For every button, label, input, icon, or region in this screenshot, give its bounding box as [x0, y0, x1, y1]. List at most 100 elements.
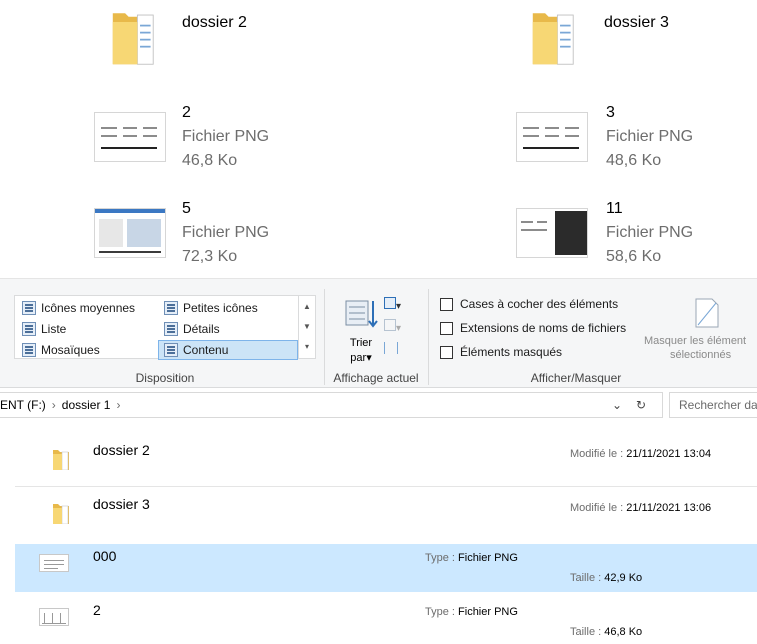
modified-date: Modifié le : 21/11/2021 13:06: [570, 502, 711, 514]
refresh-icon[interactable]: ↻: [636, 398, 646, 412]
tile-file[interactable]: 5 Fichier PNG 72,3 Ko: [92, 196, 312, 276]
search-input[interactable]: Rechercher da: [669, 392, 757, 418]
layout-small-icons[interactable]: Petites icônes: [164, 299, 258, 317]
medium-icons-icon: [22, 301, 36, 315]
png-thumbnail-icon: [94, 112, 166, 162]
tile-name: 3: [606, 104, 615, 121]
hide-selected-icon: [695, 298, 719, 328]
address-bar[interactable]: ENT (F:) › dossier 1 › ⌄ ↻: [0, 392, 663, 418]
sort-label-top: Trier: [349, 337, 373, 349]
tile-type: Fichier PNG: [182, 224, 270, 241]
layout-tiles[interactable]: Mosaïques: [22, 341, 100, 359]
tile-file[interactable]: 11 Fichier PNG 58,6 Ko: [514, 196, 744, 276]
item-checkboxes-toggle[interactable]: Cases à cocher des éléments: [440, 295, 618, 313]
size-columns-button[interactable]: [384, 341, 402, 359]
png-thumbnail-icon: [39, 554, 69, 572]
dropdown-icon: ▾: [396, 323, 402, 334]
tile-size: 58,6 Ko: [606, 248, 662, 265]
checkbox[interactable]: [440, 345, 453, 359]
folder-icon: [53, 504, 69, 524]
tile-name: dossier 2: [182, 14, 247, 31]
sort-icon: [345, 300, 378, 328]
list-item-selected[interactable]: 000 Type : Fichier PNG Taille : 42,9 Ko: [15, 544, 757, 592]
breadcrumb-folder[interactable]: dossier 1: [62, 398, 111, 412]
tile-type: Fichier PNG: [182, 128, 270, 145]
tile-file[interactable]: 3 Fichier PNG 48,6 Ko: [514, 100, 744, 180]
meta-label: Modifié le :: [570, 502, 624, 514]
layout-item-label: Icônes moyennes: [41, 301, 136, 315]
dropdown-icon: ▾: [366, 352, 372, 364]
layout-list[interactable]: Liste: [22, 320, 66, 338]
layout-gallery-scroller[interactable]: ▲ ▼ ▾: [298, 295, 316, 359]
meta-value: 21/11/2021 13:04: [626, 448, 712, 460]
breadcrumb-root[interactable]: ENT (F:): [0, 398, 46, 412]
meta-label: Type :: [425, 606, 455, 618]
group-by-icon: [384, 297, 396, 309]
layout-item-label: Petites icônes: [183, 301, 258, 315]
meta-value: 42,9 Ko: [604, 572, 643, 584]
file-type: Type : Fichier PNG: [425, 552, 518, 564]
chevron-right-icon[interactable]: ›: [52, 398, 56, 412]
scroll-down-icon[interactable]: ▼: [299, 322, 315, 331]
layout-content[interactable]: Contenu: [158, 340, 298, 360]
item-name: 000: [93, 548, 117, 564]
list-item[interactable]: dossier 3 Modifié le : 21/11/2021 13:06: [15, 492, 757, 538]
modified-date: Modifié le : 21/11/2021 13:04: [570, 448, 711, 460]
group-by-button[interactable]: ▾: [384, 297, 406, 315]
tile-size: 46,8 Ko: [182, 152, 238, 169]
sort-by-button[interactable]: Trier par▾: [340, 297, 382, 364]
layout-details[interactable]: Détails: [164, 320, 220, 338]
hide-selected-button[interactable]: Masquer les élément sélectionnés: [640, 297, 757, 363]
file-extensions-toggle[interactable]: Extensions de noms de fichiers: [440, 319, 626, 337]
tiles-icon: [22, 343, 36, 357]
group-label-current-view: Affichage actuel: [333, 371, 419, 385]
list-item[interactable]: 2 Type : Fichier PNG Taille : 46,8 Ko: [15, 598, 757, 644]
checkbox[interactable]: [440, 321, 453, 335]
tile-name: 11: [606, 200, 623, 217]
row-divider: [15, 486, 757, 487]
tile-size: 48,6 Ko: [606, 152, 662, 169]
meta-label: Taille :: [570, 626, 602, 638]
meta-value: 46,8 Ko: [604, 626, 643, 638]
tile-folder[interactable]: dossier 2: [100, 6, 300, 76]
png-thumbnail-icon: [94, 208, 166, 258]
checkbox-label: Éléments masqués: [460, 345, 563, 359]
tile-name: dossier 3: [604, 14, 669, 31]
png-thumbnail-icon: [516, 208, 588, 258]
png-thumbnail-icon: [516, 112, 588, 162]
scroll-up-icon[interactable]: ▲: [299, 302, 315, 311]
layout-medium-icons[interactable]: Icônes moyennes: [22, 299, 135, 317]
layout-item-label: Mosaïques: [41, 343, 100, 357]
ribbon-view-tab: Icônes moyennes Petites icônes Liste Dét…: [0, 278, 757, 388]
small-icons-icon: [164, 301, 178, 315]
chevron-right-icon[interactable]: ›: [116, 398, 120, 412]
checkbox-label: Cases à cocher des éléments: [460, 297, 619, 311]
expand-gallery-icon[interactable]: ▾: [299, 342, 315, 351]
folder-icon: [53, 450, 69, 470]
hidden-items-toggle[interactable]: Éléments masqués: [440, 343, 562, 361]
item-name: dossier 3: [93, 496, 150, 512]
checkbox[interactable]: [440, 297, 453, 311]
item-name: dossier 2: [93, 442, 150, 458]
sort-by-text: par: [350, 352, 367, 364]
meta-label: Modifié le :: [570, 448, 624, 460]
group-separator: [324, 289, 325, 385]
group-label-layout: Disposition: [135, 371, 195, 385]
list-item[interactable]: dossier 2 Modifié le : 21/11/2021 13:04: [15, 438, 757, 484]
dropdown-icon: ▾: [396, 301, 402, 312]
sort-label-bottom: par▾: [340, 351, 382, 364]
layout-item-label: Détails: [183, 322, 220, 336]
meta-label: Type :: [425, 552, 455, 564]
tile-file[interactable]: 2 Fichier PNG 46,8 Ko: [92, 100, 312, 180]
checkbox-label: Extensions de noms de fichiers: [460, 321, 627, 335]
tile-folder[interactable]: dossier 3: [522, 6, 742, 76]
address-dropdown-icon[interactable]: ⌄: [612, 398, 622, 412]
folder-icon: [112, 13, 154, 65]
tile-size: 72,3 Ko: [182, 248, 238, 265]
file-size: Taille : 42,9 Ko: [570, 572, 642, 584]
add-columns-button[interactable]: ▾: [384, 319, 406, 337]
file-list: dossier 2 Modifié le : 21/11/2021 13:04 …: [0, 428, 757, 644]
layout-item-label: Liste: [41, 322, 67, 336]
meta-value: 21/11/2021 13:06: [626, 502, 712, 514]
file-type: Type : Fichier PNG: [425, 606, 518, 618]
